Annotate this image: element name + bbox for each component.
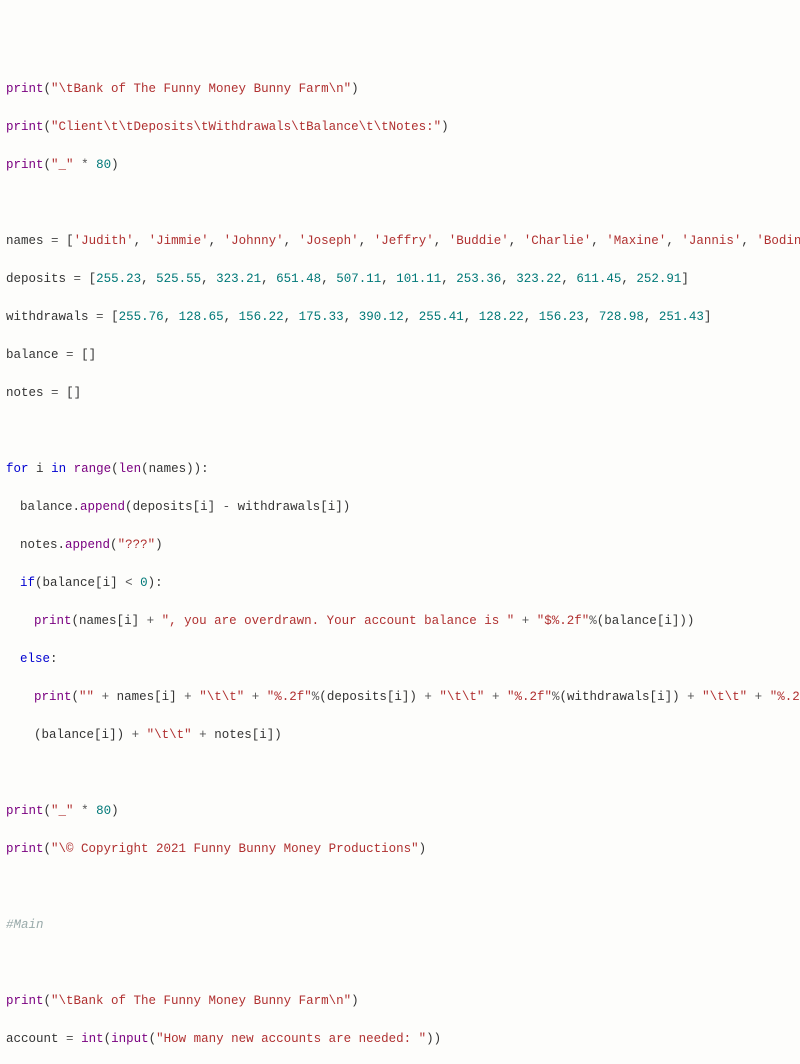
comment: #Main (6, 918, 44, 932)
code-line: names = ['Judith', 'Jimmie', 'Johnny', '… (6, 232, 794, 251)
code-line: print("" + names[i] + "\t\t" + "%.2f"%(d… (6, 688, 794, 707)
code-line: print(names[i] + ", you are overdrawn. Y… (6, 612, 794, 631)
kw-in: in (51, 462, 66, 476)
code-line: balance.append(deposits[i] - withdrawals… (6, 498, 794, 517)
kw-for: for (6, 462, 29, 476)
code-line: notes = [] (6, 384, 794, 403)
var-notes: notes (6, 386, 44, 400)
code-line: account = int(input("How many new accoun… (6, 1030, 794, 1049)
code-line: (balance[i]) + "\t\t" + notes[i]) (6, 726, 794, 745)
blank-line (6, 422, 794, 441)
comment-line: #Main (6, 916, 794, 935)
string: "\tBank of The Funny Money Bunny Farm\n" (51, 82, 351, 96)
var-account: account (6, 1032, 59, 1046)
blank-line (6, 878, 794, 897)
code-line: print("_" * 80) (6, 156, 794, 175)
fn-print: print (34, 690, 72, 704)
code-line: print("Client\t\tDeposits\tWithdrawals\t… (6, 118, 794, 137)
fn-print: print (34, 614, 72, 628)
var-deposits: deposits (6, 272, 66, 286)
blank-line (6, 764, 794, 783)
code-line: print("\tBank of The Funny Money Bunny F… (6, 80, 794, 99)
fn-append: append (80, 500, 125, 514)
var-balance: balance (6, 348, 59, 362)
code-line: withdrawals = [255.76, 128.65, 156.22, 1… (6, 308, 794, 327)
fn-print: print (6, 82, 44, 96)
var-withdrawals: withdrawals (6, 310, 89, 324)
var-names: names (6, 234, 44, 248)
fn-print: print (6, 120, 44, 134)
fn-int: int (81, 1032, 104, 1046)
fn-print: print (6, 158, 44, 172)
fn-print: print (6, 842, 44, 856)
code-line: print("\tBank of The Funny Money Bunny F… (6, 992, 794, 1011)
code-line: print("_" * 80) (6, 802, 794, 821)
kw-if: if (20, 576, 35, 590)
code-line: deposits = [255.23, 525.55, 323.21, 651.… (6, 270, 794, 289)
blank-line (6, 954, 794, 973)
fn-append: append (65, 538, 110, 552)
blank-line (6, 194, 794, 213)
code-line: if(balance[i] < 0): (6, 574, 794, 593)
kw-else: else (20, 652, 50, 666)
code-line: balance = [] (6, 346, 794, 365)
number: 80 (96, 158, 111, 172)
code-line: for i in range(len(names)): (6, 460, 794, 479)
fn-len: len (119, 462, 142, 476)
string: "Client\t\tDeposits\tWithdrawals\tBalanc… (51, 120, 441, 134)
fn-input: input (111, 1032, 149, 1046)
code-line: else: (6, 650, 794, 669)
fn-print: print (6, 994, 44, 1008)
string: "_" (51, 158, 74, 172)
fn-print: print (6, 804, 44, 818)
code-line: notes.append("???") (6, 536, 794, 555)
op: * (81, 158, 89, 172)
code-line: print("\© Copyright 2021 Funny Bunny Mon… (6, 840, 794, 859)
fn-range: range (74, 462, 112, 476)
